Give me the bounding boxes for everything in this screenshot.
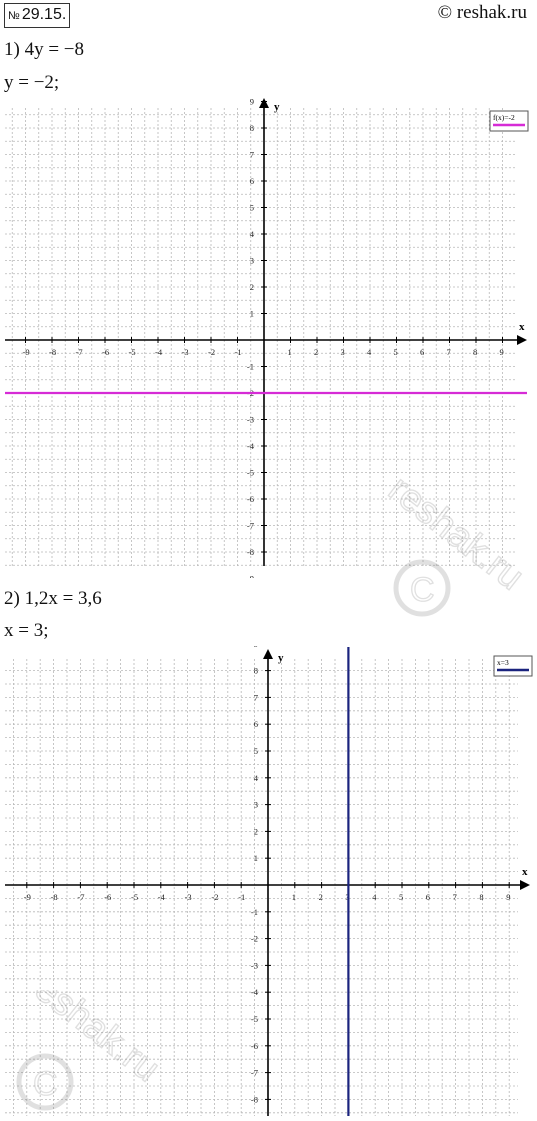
x-tick-label: 4 <box>367 347 372 357</box>
y-tick-label: -3 <box>247 415 254 425</box>
x-tick-label: 1 <box>292 892 296 902</box>
x-tick-label: 2 <box>319 892 323 902</box>
y-tick-label: 5 <box>250 203 254 213</box>
y-tick-label: 9 <box>250 98 254 107</box>
y-tick-label: -6 <box>247 494 254 504</box>
y-tick-label: 3 <box>254 800 258 810</box>
y-tick-label: -1 <box>251 907 258 917</box>
y-axis-arrow <box>259 98 269 108</box>
x-tick-label: -3 <box>182 347 189 357</box>
part1-solution: y = −2; <box>4 72 60 93</box>
y-axis-label: y <box>278 652 284 664</box>
y-tick-label: -4 <box>247 441 255 451</box>
number-sign: № <box>8 10 20 22</box>
grid <box>5 659 518 1116</box>
x-tick-label: 1 <box>288 347 292 357</box>
y-tick-label: 5 <box>254 746 258 756</box>
y-tick-label: 2 <box>254 826 258 836</box>
x-tick-label: 7 <box>453 892 457 902</box>
y-tick-label: 6 <box>254 719 258 729</box>
y-tick-label: -6 <box>251 1041 258 1051</box>
y-tick-label: -4 <box>251 987 259 997</box>
x-tick-label: 5 <box>394 347 398 357</box>
x-axis-label: x <box>522 866 528 878</box>
problem-number: 29.15. <box>21 6 67 23</box>
x-tick-label: 8 <box>473 347 477 357</box>
x-tick-label: 2 <box>314 347 318 357</box>
x-tick-label: 3 <box>341 347 345 357</box>
y-tick-label: -7 <box>247 521 254 531</box>
y-tick-label: -7 <box>251 1068 258 1078</box>
x-tick-label: 9 <box>506 892 510 902</box>
y-tick-label: 9 <box>254 646 258 649</box>
y-tick-label: 2 <box>250 282 254 292</box>
y-tick-label: 7 <box>254 692 258 702</box>
x-tick-label: 4 <box>372 892 377 902</box>
x-tick-label: -3 <box>185 892 192 902</box>
x-tick-label: -6 <box>102 347 109 357</box>
y-tick-label: -8 <box>247 547 254 557</box>
grid <box>5 108 515 566</box>
x-tick-label: -8 <box>49 347 56 357</box>
copyright-text: © reshak.ru <box>437 2 527 23</box>
legend-label: f(x)=-2 <box>493 113 515 122</box>
x-tick-label: 8 <box>479 892 483 902</box>
part1-equation: 1) 4y = −8 <box>4 39 85 60</box>
y-tick-label: 1 <box>250 309 254 319</box>
y-tick-label: -9 <box>247 574 254 579</box>
y-tick-label: 8 <box>254 666 258 676</box>
y-tick-label: -2 <box>251 934 258 944</box>
x-axis-arrow <box>517 335 527 345</box>
y-axis-label: y <box>274 101 280 113</box>
x-tick-label: -2 <box>211 892 218 902</box>
x-tick-label: -9 <box>23 347 30 357</box>
x-tick-label: -9 <box>24 892 31 902</box>
problem-number-box: № 29.15. <box>4 3 71 28</box>
part2-solution: x = 3; <box>4 620 49 641</box>
y-tick-label: 7 <box>250 150 254 160</box>
x-tick-label: -4 <box>158 892 166 902</box>
x-tick-label: 9 <box>500 347 504 357</box>
x-tick-label: -5 <box>131 892 138 902</box>
legend-label: x=3 <box>497 658 509 667</box>
graph-1: x y -9 -8 -7 -6 -5 -4 -3 -2 -1 1 2 3 4 5 6 7 8 9 -9 -8 -7 -6 -5 -… <box>5 98 529 579</box>
y-tick-label: -5 <box>251 1014 258 1024</box>
x-tick-label: -5 <box>129 347 136 357</box>
y-tick-label: -1 <box>247 362 254 372</box>
part2-equation: 2) 1,2x = 3,6 <box>4 588 102 609</box>
y-tick-label: 6 <box>250 176 254 186</box>
x-tick-label: -8 <box>51 892 58 902</box>
x-tick-label: 6 <box>426 892 430 902</box>
x-tick-label: -4 <box>155 347 163 357</box>
y-tick-label: -8 <box>251 1094 258 1104</box>
x-tick-label: 7 <box>447 347 451 357</box>
x-tick-label: -7 <box>77 892 84 902</box>
y-tick-label: 8 <box>250 123 254 133</box>
x-axis-arrow <box>520 880 530 890</box>
y-tick-label: 3 <box>250 256 254 266</box>
y-tick-label: -3 <box>251 960 258 970</box>
x-tick-label: 5 <box>399 892 403 902</box>
x-tick-label: -6 <box>104 892 111 902</box>
y-tick-label: 1 <box>254 853 258 863</box>
x-tick-label: 6 <box>420 347 424 357</box>
x-axis-label: x <box>519 321 525 333</box>
y-tick-label: -5 <box>247 468 254 478</box>
graph-2: xy-9-8-7-6-5-4-3-2-1123456789-9-8-7-6-5-… <box>5 646 533 1116</box>
x-tick-label: -1 <box>235 347 242 357</box>
x-tick-label: -7 <box>76 347 83 357</box>
x-tick-label: -1 <box>238 892 245 902</box>
x-tick-label: -2 <box>208 347 215 357</box>
y-axis-arrow <box>263 649 273 659</box>
